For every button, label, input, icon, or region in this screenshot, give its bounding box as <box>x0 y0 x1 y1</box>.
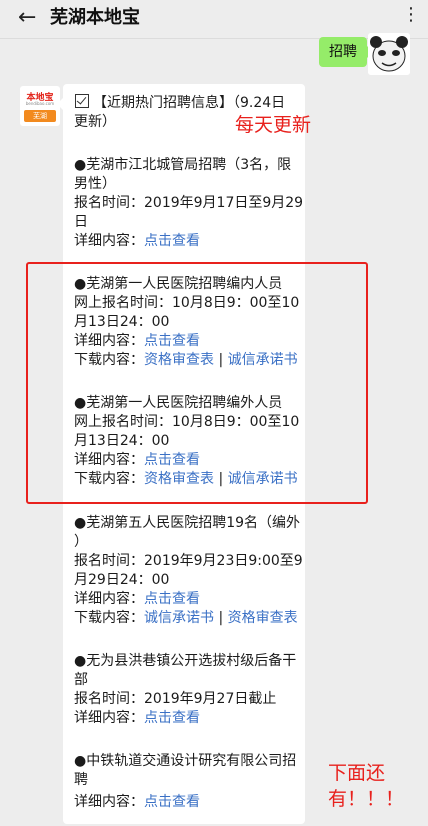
annotation-more-line2: 有！！！ <box>328 788 405 810</box>
job-item-time: 报名时间：2019年9月27日截止 <box>74 691 277 707</box>
job-item-detail: 详细内容：点击查看 <box>74 589 200 609</box>
job-item-title: ●芜湖第五人民医院招聘19名（编外 <box>74 515 301 531</box>
chat-title: 芜湖本地宝 <box>50 7 140 28</box>
detail-label: 详细内容： <box>74 591 144 607</box>
job-item-time-cont: 月29日24：00 <box>74 572 170 588</box>
job-item-time: 报名时间：2019年9月23日9:00至9 <box>74 553 303 569</box>
job-item-detail: 详细内容：点击查看 <box>74 708 200 728</box>
detail-label: 详细内容： <box>74 233 144 249</box>
integrity-pledge-link[interactable]: 诚信承诺书 <box>144 610 214 626</box>
checkbox-icon <box>75 94 89 108</box>
detail-label: 详细内容： <box>74 794 144 810</box>
message-title-cont: 更新） <box>74 114 116 130</box>
job-item-title-cont: 聘 <box>74 772 88 788</box>
avatar-logo-city: 芜湖 <box>24 110 56 122</box>
job-item-detail: 详细内容：点击查看 <box>74 792 200 812</box>
avatar-logo-sub: bendibao.com <box>25 101 55 106</box>
top-bar: ← 芜湖本地宝 ⋮ <box>0 0 428 39</box>
annotation-more-below: 下面还 有！！！ <box>328 760 404 812</box>
highlight-box <box>26 262 368 504</box>
view-detail-link[interactable]: 点击查看 <box>144 233 200 249</box>
job-item-title-cont: 男性） <box>74 176 116 192</box>
job-item-title: ●中铁轨道交通设计研究有限公司招 <box>74 753 297 769</box>
user-message-text: 招聘 <box>329 44 357 60</box>
job-item-title: ●无为县洪巷镇公开选拔村级后备干 <box>74 653 297 669</box>
job-item-detail: 详细内容：点击查看 <box>74 231 200 251</box>
link-separator: | <box>214 610 228 626</box>
qualification-form-link[interactable]: 资格审查表 <box>228 610 298 626</box>
job-item-time-cont: 日 <box>74 214 88 230</box>
back-arrow-icon[interactable]: ← <box>18 7 36 29</box>
download-label: 下载内容： <box>74 610 144 626</box>
annotation-daily-update: 每天更新 <box>235 114 312 136</box>
more-options-icon[interactable]: ⋮ <box>402 4 420 25</box>
annotation-more-line1: 下面还 <box>328 762 386 784</box>
job-item-title: ●芜湖市江北城管局招聘（3名，限 <box>74 157 292 173</box>
bot-avatar[interactable]: 本地宝 bendibao.com 芜湖 <box>20 86 60 126</box>
job-item-title-cont: 部 <box>74 672 88 688</box>
user-message-bubble[interactable]: 招聘 <box>319 37 373 67</box>
job-item-title-cont: ） <box>74 534 88 550</box>
job-item-time: 报名时间：2019年9月17日至9月29 <box>74 195 304 211</box>
panda-face-icon <box>368 33 410 75</box>
detail-label: 详细内容： <box>74 710 144 726</box>
view-detail-link[interactable]: 点击查看 <box>144 710 200 726</box>
job-item-download: 下载内容：诚信承诺书 | 资格审查表 <box>74 608 298 628</box>
view-detail-link[interactable]: 点击查看 <box>144 591 200 607</box>
user-avatar[interactable] <box>368 33 410 75</box>
view-detail-link[interactable]: 点击查看 <box>144 794 200 810</box>
